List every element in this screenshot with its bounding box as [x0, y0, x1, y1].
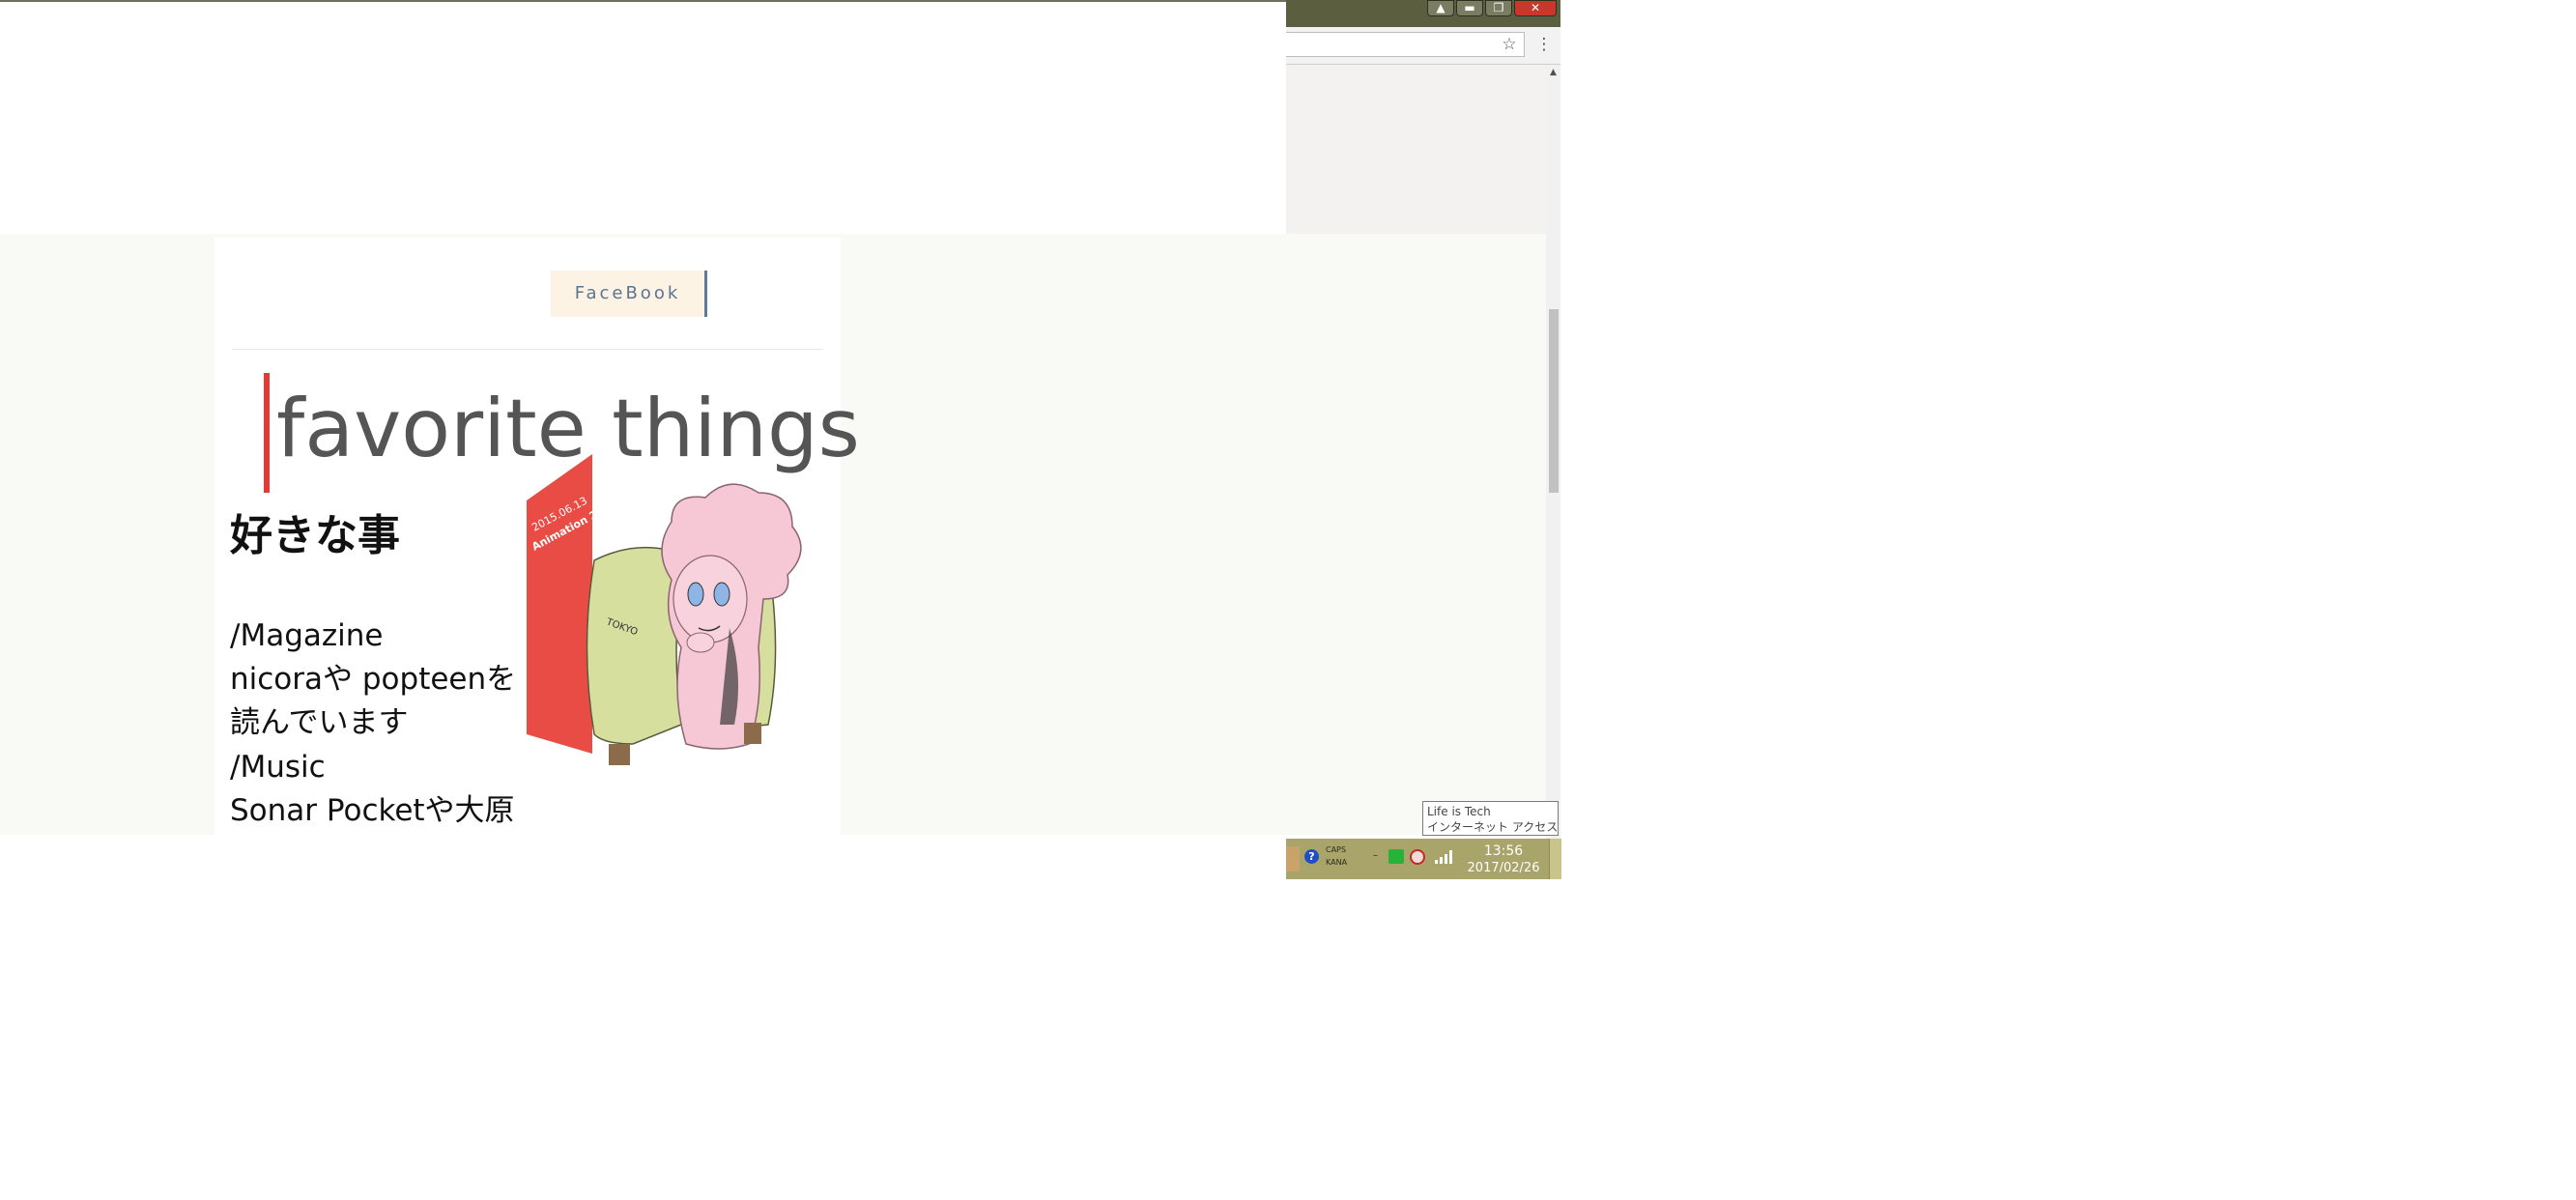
- ime-kana-label: KANA: [1326, 858, 1348, 867]
- signal-strength-icon[interactable]: [1435, 850, 1452, 864]
- window-maximize-button[interactable]: ❐: [1485, 0, 1512, 16]
- hand-shape: [686, 632, 715, 653]
- line-app-icon[interactable]: [1388, 849, 1404, 864]
- section-subheading: 好きな事: [230, 511, 400, 560]
- top-edge-line: [0, 0, 1286, 2]
- show-desktop-button[interactable]: [1549, 839, 1561, 879]
- heading-accent-bar: [264, 373, 270, 493]
- taskbar-clock-date[interactable]: 2017/02/26: [1462, 860, 1545, 877]
- window-close-button[interactable]: ✕: [1514, 0, 1557, 16]
- body-line-reading: 読んでいます: [230, 705, 409, 740]
- body-line-music: /Music: [230, 750, 326, 785]
- top-blank-area: [0, 0, 1286, 238]
- body-line-music-detail: Sonar Pocketや大原: [230, 793, 515, 828]
- window-tray-button[interactable]: ▲: [1427, 0, 1454, 16]
- address-bar[interactable]: [1286, 32, 1525, 57]
- facebook-link-button[interactable]: FaceBook: [551, 271, 707, 317]
- scroll-up-arrow-icon[interactable]: ▲: [1546, 66, 1560, 79]
- scrollbar-thumb[interactable]: [1549, 309, 1559, 493]
- left-eye: [687, 582, 704, 607]
- section-divider: [232, 349, 823, 350]
- right-cuff: [744, 723, 761, 744]
- jacket-shape: [586, 546, 682, 745]
- face-shape: [673, 555, 748, 643]
- right-eye: [713, 582, 730, 607]
- window-minimize-button[interactable]: ▬: [1456, 0, 1483, 16]
- ime-indicator[interactable]: CAPS KANA: [1326, 843, 1364, 869]
- maximize-icon: ❐: [1493, 1, 1504, 14]
- network-tooltip: Life is Tech インターネット アクセス: [1422, 801, 1559, 836]
- browser-viewport-margin: [1286, 65, 1548, 239]
- body-line-magazine-detail: nicoraや popteenを: [230, 662, 517, 697]
- help-icon[interactable]: ?: [1304, 849, 1319, 864]
- body-line-magazine: /Magazine: [230, 618, 384, 653]
- taskbar-clock-time[interactable]: 13:56: [1462, 843, 1545, 860]
- ime-caps-label: CAPS: [1326, 845, 1346, 854]
- tray-separator: –: [1373, 850, 1378, 861]
- taskbar-app-icon[interactable]: [1286, 846, 1300, 871]
- blocked-network-icon[interactable]: [1410, 849, 1425, 865]
- close-icon: ✕: [1530, 1, 1541, 14]
- tooltip-network-name: Life is Tech: [1427, 805, 1491, 818]
- tray-icon: ▲: [1436, 1, 1445, 14]
- browser-menu-icon[interactable]: ⋮: [1533, 33, 1555, 56]
- left-cuff: [609, 744, 630, 765]
- minimize-icon: ▬: [1464, 1, 1475, 14]
- bookmark-star-icon[interactable]: ☆: [1499, 33, 1520, 56]
- tooltip-network-status: インターネット アクセス: [1427, 820, 1559, 834]
- character-illustration: 2015.06.13 Animation 2 TOKYO: [527, 454, 802, 765]
